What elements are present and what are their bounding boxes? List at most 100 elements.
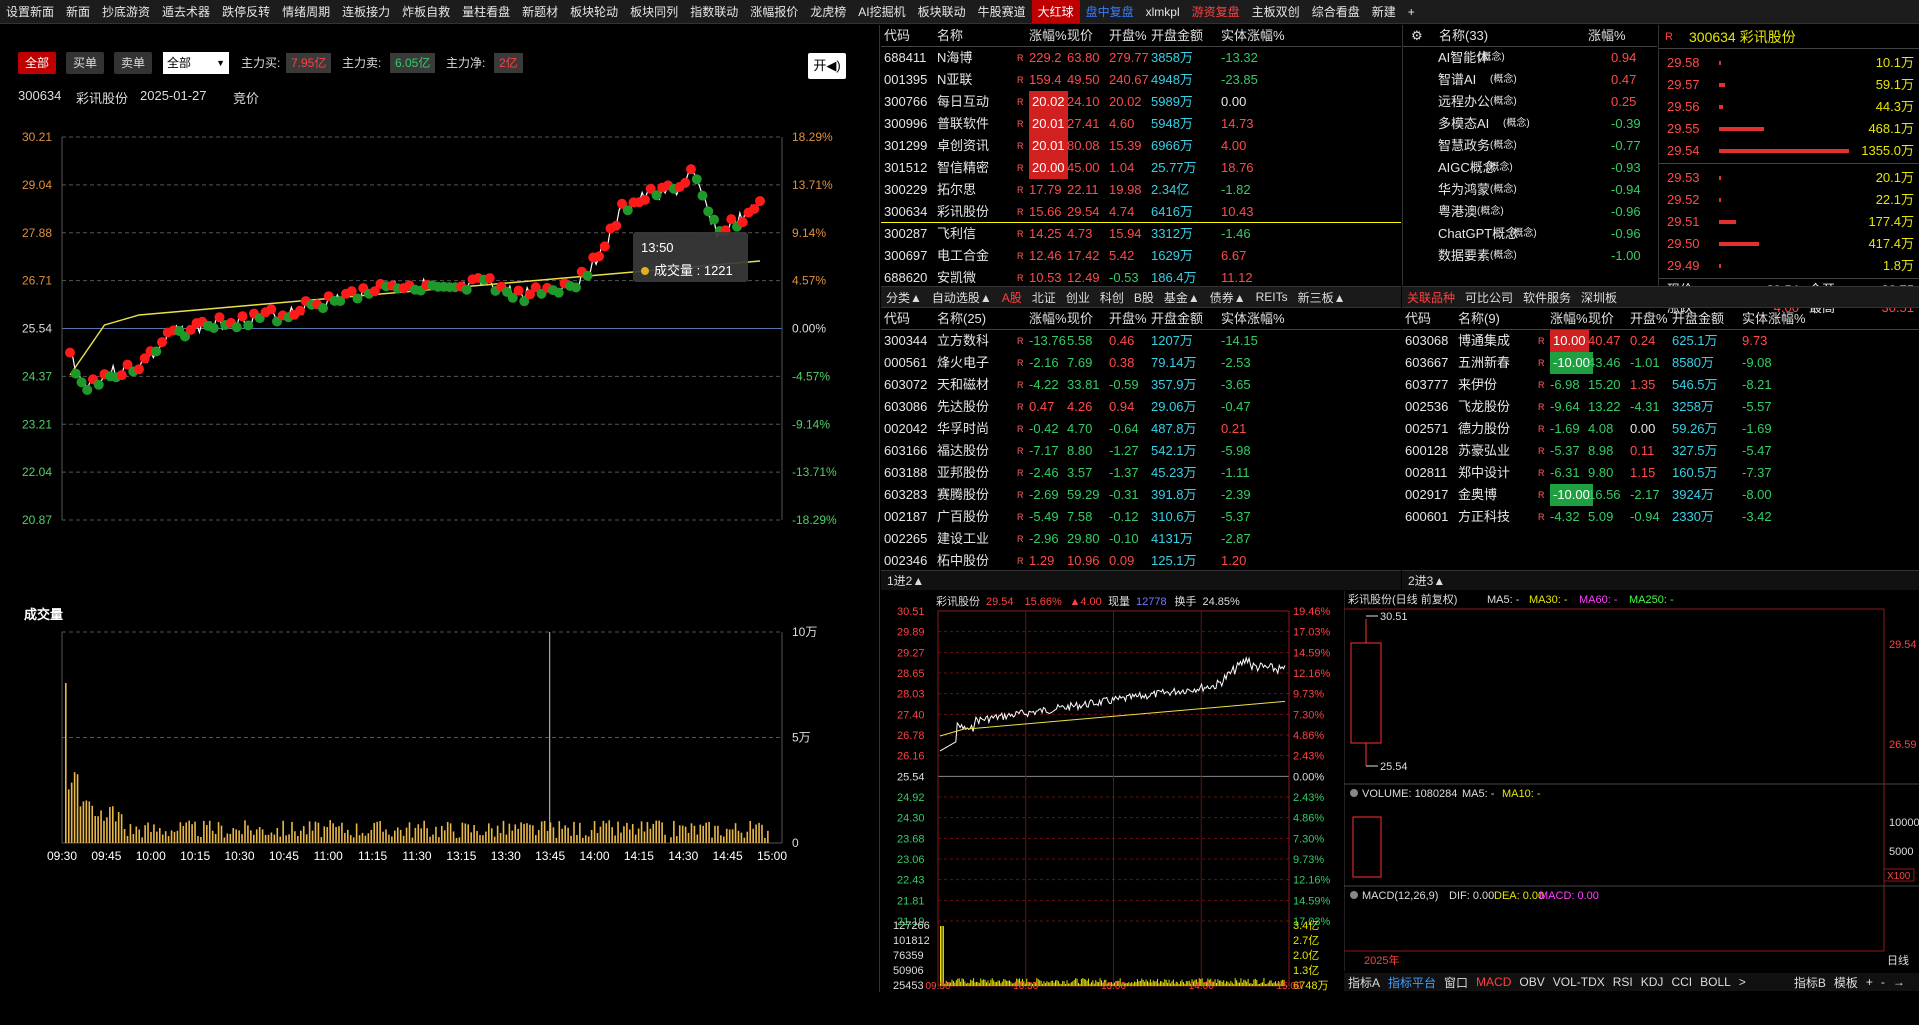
concept-item[interactable]: AIGC概念 (概念) -0.93 <box>1403 157 1657 179</box>
indicator-tab[interactable]: CCI <box>1667 975 1696 989</box>
tab-item[interactable]: 新三板▲ <box>1293 289 1351 306</box>
filter-sell-button[interactable]: 卖单 <box>114 52 153 74</box>
sell-bubble[interactable] <box>582 270 593 281</box>
tab-item[interactable]: 科创 <box>1095 289 1129 306</box>
sell-bubble[interactable] <box>352 293 363 304</box>
menu-item[interactable]: 新建 <box>1366 0 1402 23</box>
table-row[interactable]: 300766 每日互动 20.02 24.10 20.02 5989万 0.00 R <box>881 91 1401 113</box>
buy-bubble[interactable] <box>594 251 604 262</box>
menu-item[interactable]: 量柱看盘 <box>456 0 516 23</box>
column-header[interactable]: 开盘% <box>1109 25 1147 47</box>
column-header[interactable]: 现价 <box>1588 308 1614 330</box>
sell-bubble[interactable] <box>318 303 328 314</box>
table-row[interactable]: 600601 方正科技 -4.32 5.09 -0.94 2330万 -3.42 R <box>1402 506 1919 528</box>
menu-item[interactable]: 牛股赛道 <box>972 0 1032 23</box>
table-row[interactable]: 002811 郑中设计 -6.31 9.80 1.15 160.5万 -7.37 R <box>1402 462 1919 484</box>
buy-bubble[interactable] <box>295 305 305 316</box>
menu-item[interactable]: 涨幅报价 <box>744 0 804 23</box>
mini-intraday-chart[interactable]: 彩讯股份 29.54 15.66% ▲4.00 现量 12778 换手 24.85% 30.51… <box>881 591 1343 991</box>
concept-list[interactable]: ⚙ 名称(33) 涨幅% AI智能体 (概念) 0.94 智谱AI (概念) 0.47 远程办公(… <box>1402 25 1657 285</box>
concept-item[interactable]: 粤港澳 (概念) -0.96 <box>1403 201 1657 223</box>
table-row[interactable]: 002917 金奥博 -10.00 16.56 -2.17 3924万 -8.00 R <box>1402 484 1919 506</box>
menu-item[interactable]: 指数联动 <box>684 0 744 23</box>
indicator-tab[interactable]: MACD <box>1472 975 1515 989</box>
table-row[interactable]: 301512 智信精密 20.00 45.00 1.04 25.77万 18.76 R <box>881 157 1401 179</box>
collapse-icon[interactable] <box>1350 891 1358 899</box>
indicator-tab[interactable]: → <box>1889 975 1909 989</box>
menu-item[interactable]: xlmkpl <box>1140 0 1186 23</box>
buy-bubble[interactable] <box>116 370 127 381</box>
tab-item[interactable]: 可比公司 <box>1460 289 1518 306</box>
concept-name-header[interactable]: 名称(33) <box>1439 25 1488 47</box>
menu-item[interactable]: 新面 <box>60 0 96 23</box>
menu-item[interactable]: 跌停反转 <box>216 0 276 23</box>
column-header[interactable]: 涨幅% <box>1550 308 1588 330</box>
concept-item[interactable]: 远程办公 (概念) 0.25 <box>1403 91 1657 113</box>
buy-bubble[interactable] <box>157 337 167 348</box>
table-row[interactable]: 603283 赛腾股份 -2.69 59.29 -0.31 391.8万 -2.39 R <box>881 484 1401 506</box>
tab-item[interactable]: 债券▲ <box>1205 289 1251 306</box>
column-header[interactable]: 实体涨幅% <box>1221 25 1285 47</box>
concept-item[interactable]: 华为鸿蒙 (概念) -0.94 <box>1403 179 1657 201</box>
concept-item[interactable]: 智慧政务 (概念) -0.77 <box>1403 135 1657 157</box>
sell-bubble[interactable] <box>243 320 254 331</box>
intraday-chart[interactable]: 30.21 18.29% 29.04 13.71% 27.88 9.14% 26.71 4.5… <box>0 125 880 1025</box>
sell-bubble[interactable] <box>70 368 81 379</box>
related-footer[interactable]: 2进3▲ <box>1402 570 1919 590</box>
tab-item[interactable]: REITs <box>1251 290 1293 304</box>
buy-bubble[interactable] <box>686 164 696 175</box>
menu-item[interactable]: 大红球 <box>1031 0 1080 23</box>
buy-bubble[interactable] <box>484 273 495 284</box>
table-row[interactable]: 002042 华孚时尚 -0.42 4.70 -0.64 487.8万 0.21 R <box>881 418 1401 440</box>
menu-item[interactable]: 情绪周期 <box>276 0 336 23</box>
tab-item[interactable]: 深圳板 <box>1576 289 1622 306</box>
menu-item[interactable]: + <box>1402 0 1421 23</box>
concept-item[interactable]: ChatGPT概念 (概念) -0.96 <box>1403 223 1657 245</box>
buy-bubble[interactable] <box>65 347 75 358</box>
buy-bubble[interactable] <box>599 241 610 252</box>
sell-bubble[interactable] <box>151 346 162 357</box>
indicator-tab[interactable]: + <box>1862 975 1877 989</box>
column-header[interactable]: 名称 <box>937 25 963 47</box>
filter-select[interactable]: 全部 ▼ <box>163 52 229 74</box>
table-row[interactable]: 603086 先达股份 0.47 4.26 0.94 29.06万 -0.47 R <box>881 396 1401 418</box>
sound-toggle-button[interactable]: 开◀) <box>808 53 846 79</box>
buy-bubble[interactable] <box>513 285 524 296</box>
indicator-tab[interactable]: 窗口 <box>1440 974 1472 991</box>
menu-item[interactable]: 新题材 <box>516 0 564 23</box>
sell-bubble[interactable] <box>553 287 564 298</box>
indicator-tab[interactable]: RSI <box>1609 975 1637 989</box>
table-row[interactable]: 603068 博通集成 10.00 40.47 0.24 625.1万 9.73 R <box>1402 330 1919 352</box>
menu-item[interactable]: 主板双创 <box>1246 0 1306 23</box>
column-header[interactable]: 代码 <box>884 25 910 47</box>
tab-item[interactable]: 北证 <box>1027 289 1061 306</box>
menu-item[interactable]: 盘中复盘 <box>1080 0 1140 23</box>
buy-bubble[interactable] <box>611 220 622 231</box>
table-row[interactable]: 603188 亚邦股份 -2.46 3.57 -1.37 45.23万 -1.11 R <box>881 462 1401 484</box>
table-row[interactable]: 002187 广百股份 -5.49 7.58 -0.12 310.6万 -5.37 R <box>881 506 1401 528</box>
table-row[interactable]: 002571 德力股份 -1.69 4.08 0.00 59.26万 -1.69 R <box>1402 418 1919 440</box>
table-row[interactable]: 300697 电工合金 12.46 17.42 5.42 1629万 6.67 R <box>881 245 1401 267</box>
column-header[interactable]: 开盘% <box>1630 308 1668 330</box>
tab-item[interactable]: 自动选股▲ <box>927 289 997 306</box>
menu-item[interactable]: 板块联动 <box>912 0 972 23</box>
table-row[interactable]: 001395 N亚联 159.4 49.50 240.67 4948万 -23.85 R <box>881 69 1401 91</box>
sell-bubble[interactable] <box>709 214 719 225</box>
indicator-tab[interactable]: VOL-TDX <box>1549 975 1609 989</box>
indicator-tabs[interactable]: 指标A 指标平台 窗口 MACD OBV VOL-TDX RSI KDJ CCI BOLL > 指标B… <box>1344 973 1919 991</box>
tab-item[interactable]: 关联品种 <box>1402 289 1460 306</box>
menu-item[interactable]: 连板接力 <box>336 0 396 23</box>
column-header[interactable]: 涨幅% <box>1029 25 1067 47</box>
column-header[interactable]: 代码 <box>1405 308 1431 330</box>
table-row[interactable]: 002346 柘中股份 1.29 10.96 0.09 125.1万 1.20 R <box>881 550 1401 572</box>
table-row[interactable]: 603777 来伊份 -6.98 15.20 1.35 546.5万 -8.21 R <box>1402 374 1919 396</box>
sell-bubble[interactable] <box>231 322 242 333</box>
tab-item[interactable]: 分类▲ <box>881 289 927 306</box>
buy-bubble[interactable] <box>134 364 144 375</box>
menu-item[interactable]: 遁去术器 <box>156 0 216 23</box>
concept-item[interactable]: AI智能体 (概念) 0.94 <box>1403 47 1657 69</box>
indicator-tab[interactable]: 指标B <box>1790 974 1830 991</box>
table-row[interactable]: 688411 N海博 229.2 63.80 279.77 3858万 -13.32 R <box>881 47 1401 69</box>
menu-item[interactable]: 龙虎榜 <box>804 0 852 23</box>
column-header[interactable]: 实体涨幅% <box>1221 308 1285 330</box>
